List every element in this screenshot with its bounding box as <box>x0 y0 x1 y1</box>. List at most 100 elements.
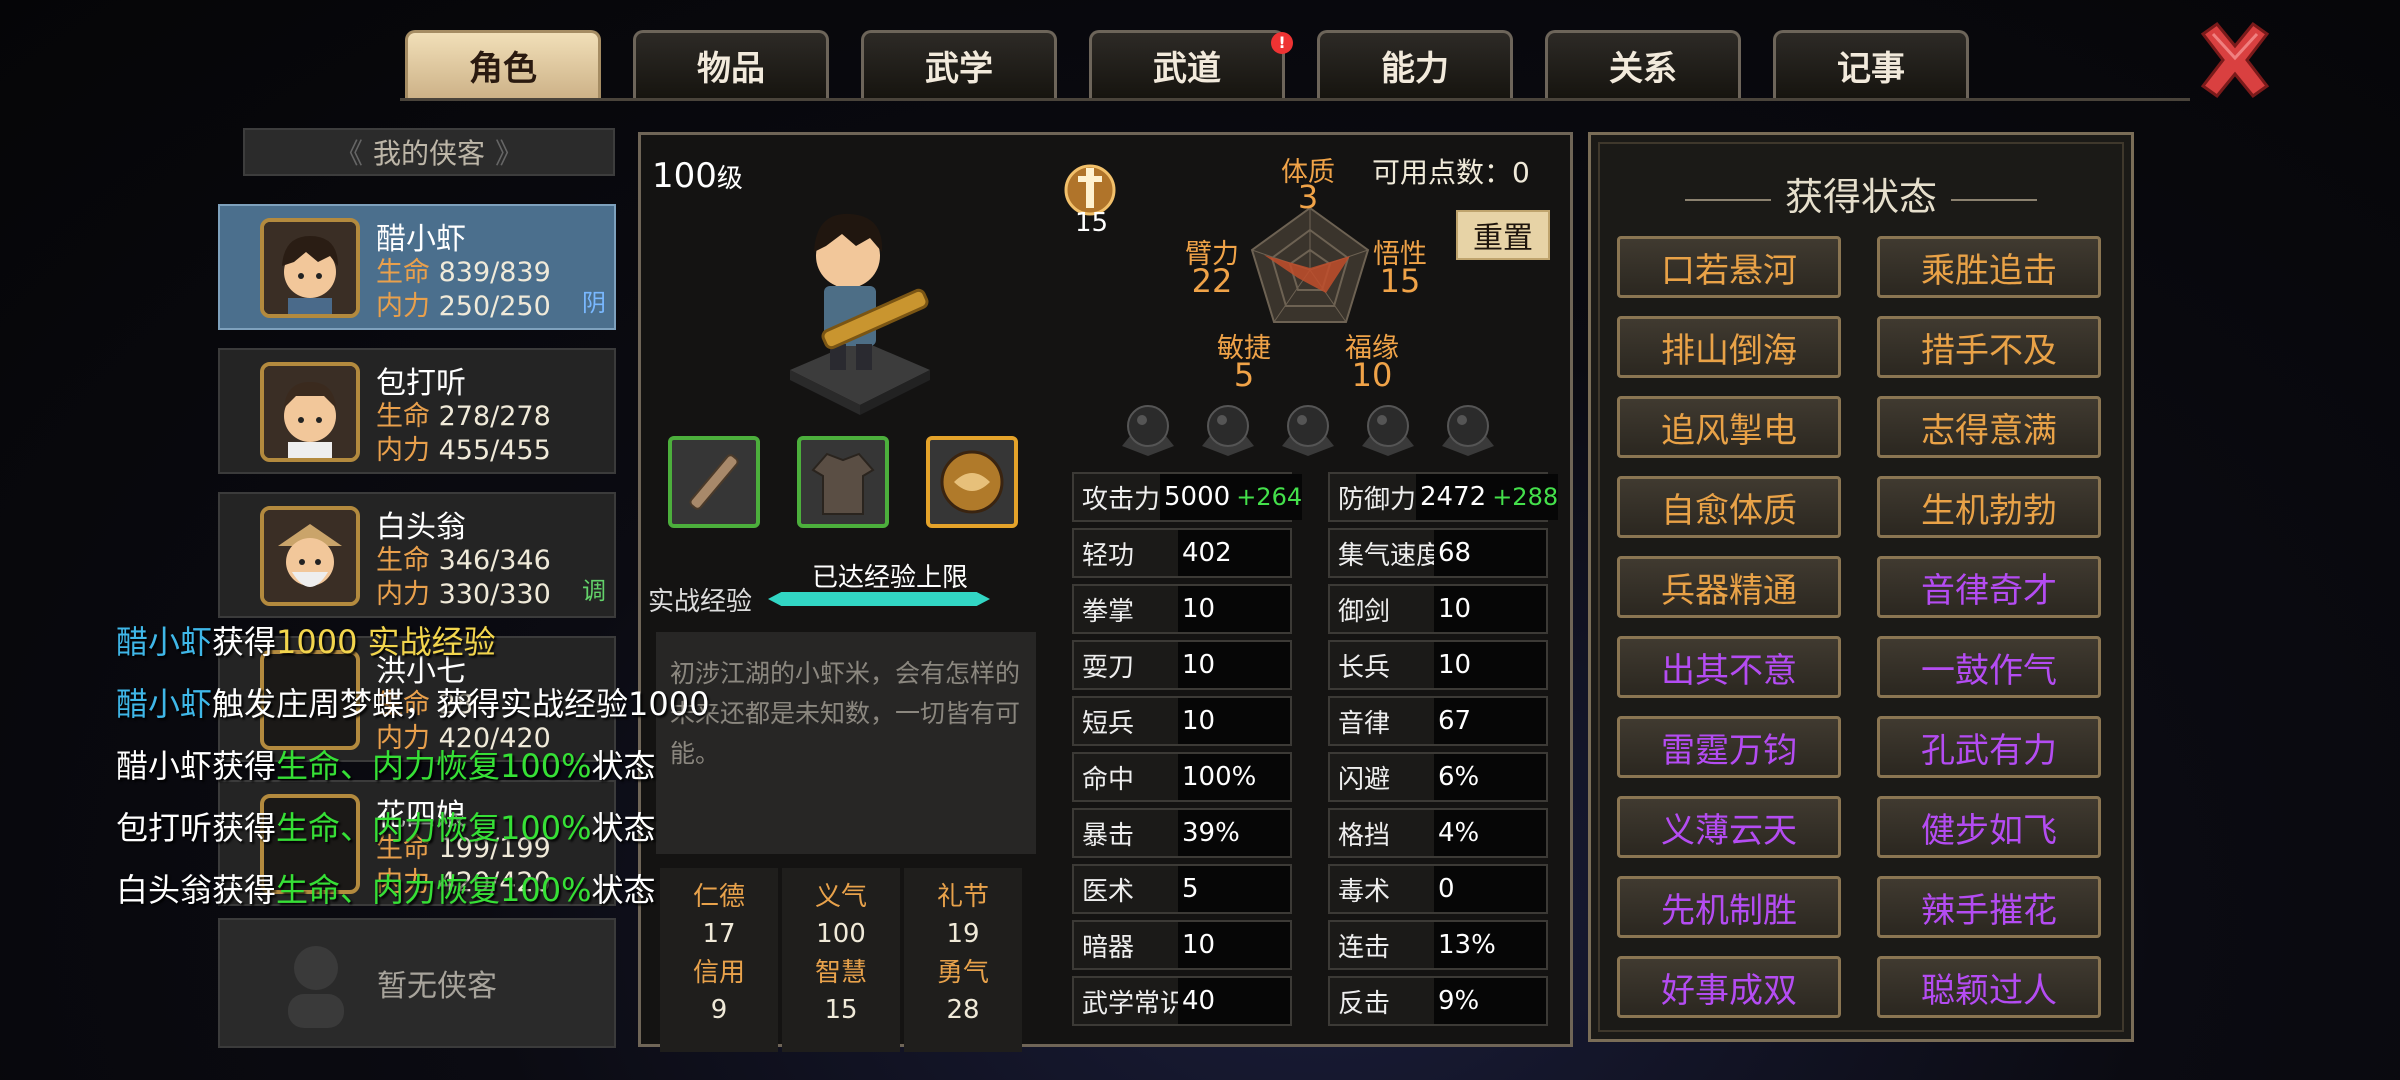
stat-row: 短兵 10 <box>1072 696 1292 746</box>
tab-items[interactable]: 物品 <box>633 30 829 98</box>
status-item[interactable]: 辣手摧花 <box>1877 876 2101 938</box>
chevron-right-icon: 》 <box>495 137 524 170</box>
attr-value-fuyuan: 10 <box>1351 356 1393 394</box>
log-line: 醋小虾获得1000 实战经验 <box>116 623 496 661</box>
skill-orb-icon[interactable] <box>1118 400 1178 456</box>
tab-journal[interactable]: 记事 <box>1773 30 1969 98</box>
character-level: 100级 <box>652 156 743 196</box>
hero-card[interactable]: 醋小虾 生命 839/839 内力 250/250 阴 <box>218 204 616 330</box>
tab-label: 武道 <box>1153 49 1221 89</box>
status-item[interactable]: 一鼓作气 <box>1877 636 2101 698</box>
tab-martial-arts[interactable]: 武学 <box>861 30 1057 98</box>
attribute-emblem-value: 15 <box>1075 208 1109 238</box>
armor-slot-icon[interactable] <box>797 436 889 528</box>
exp-status: 已达经验上限 <box>812 563 969 593</box>
reset-button[interactable]: 重置 <box>1456 210 1550 260</box>
stat-row: 反击 9% <box>1328 976 1548 1026</box>
chevron-left-icon: 《 <box>334 137 363 170</box>
tab-label: 能力 <box>1381 49 1449 89</box>
tab-relations[interactable]: 关系 <box>1545 30 1741 98</box>
weapon-slot-icon[interactable] <box>668 436 760 528</box>
log-line: 白头翁获得生命、内力恢复100%状态 <box>116 871 656 909</box>
exp-bar <box>768 592 990 606</box>
status-item[interactable]: 兵器精通 <box>1617 556 1841 618</box>
stat-row: 轻功 402 <box>1072 528 1292 578</box>
stat-row: 连击 13% <box>1328 920 1548 970</box>
hero-mp: 内力 330/330 <box>376 579 551 610</box>
hero-avatar <box>260 218 360 318</box>
exp-label: 实战经验 <box>648 587 753 617</box>
status-item[interactable]: 追风掣电 <box>1617 396 1841 458</box>
tab-divider <box>400 98 2190 101</box>
roster-header: 《 我的侠客 》 <box>243 128 615 176</box>
status-item[interactable]: 口若悬河 <box>1617 236 1841 298</box>
status-item[interactable]: 音律奇才 <box>1877 556 2101 618</box>
stat-row: 耍刀 10 <box>1072 640 1292 690</box>
stat-row: 暴击 39% <box>1072 808 1292 858</box>
hero-mp: 内力 250/250 <box>376 291 551 322</box>
status-item[interactable]: 措手不及 <box>1877 316 2101 378</box>
status-item[interactable]: 生机勃勃 <box>1877 476 2101 538</box>
status-item[interactable]: 乘胜追击 <box>1877 236 2101 298</box>
stat-row: 命中 100% <box>1072 752 1292 802</box>
tab-label: 角色 <box>469 49 537 89</box>
skill-orb-icon[interactable] <box>1438 400 1498 456</box>
empty-label: 暂无侠客 <box>377 969 497 1004</box>
character-description: 初涉江湖的小虾米，会有怎样的未来还都是未知数，一切皆有可能。 <box>656 632 1036 854</box>
stat-row: 集气速度 68 <box>1328 528 1548 578</box>
hero-tag: 调 <box>582 577 606 605</box>
hero-mp: 内力 455/455 <box>376 435 551 466</box>
notification-badge: ! <box>1271 32 1293 54</box>
attribute-radar <box>1250 206 1370 323</box>
attr-value-wuxing: 15 <box>1379 262 1421 300</box>
virtue-cell: 信用 9 <box>660 944 778 1052</box>
attr-value-tizhi: 3 <box>1297 178 1319 216</box>
virtue-cell: 智慧 15 <box>782 944 900 1052</box>
log-line: 醋小虾触发庄周梦蝶，获得实战经验1000 <box>116 685 710 723</box>
stat-row: 格挡 4% <box>1328 808 1548 858</box>
attr-value-minjie: 5 <box>1233 356 1255 394</box>
tab-label: 物品 <box>697 49 765 89</box>
stat-row: 攻击力 5000 +264 <box>1072 472 1303 522</box>
status-item[interactable]: 排山倒海 <box>1617 316 1841 378</box>
status-item[interactable]: 先机制胜 <box>1617 876 1841 938</box>
tab-label: 关系 <box>1609 49 1677 89</box>
tab-label: 记事 <box>1837 49 1905 89</box>
status-item[interactable]: 义薄云天 <box>1617 796 1841 858</box>
tab-abilities[interactable]: 能力 <box>1317 30 1513 98</box>
stat-row: 长兵 10 <box>1328 640 1548 690</box>
log-line: 醋小虾获得生命、内力恢复100%状态 <box>116 747 656 785</box>
log-line: 包打听获得生命、内力恢复100%状态 <box>116 809 656 847</box>
roster-title: 我的侠客 <box>372 137 485 170</box>
character-portrait <box>790 213 930 415</box>
status-item[interactable]: 雷霆万钧 <box>1617 716 1841 778</box>
skill-orb-icon[interactable] <box>1278 400 1338 456</box>
status-item[interactable]: 自愈体质 <box>1617 476 1841 538</box>
status-item[interactable]: 聪颖过人 <box>1877 956 2101 1018</box>
stat-row: 武学常识 40 <box>1072 976 1292 1026</box>
status-item[interactable]: 出其不意 <box>1617 636 1841 698</box>
status-item[interactable]: 志得意满 <box>1877 396 2101 458</box>
virtue-cell: 勇气 28 <box>904 944 1022 1052</box>
tab-wudao[interactable]: 武道 <box>1089 30 1285 98</box>
stat-row: 音律 67 <box>1328 696 1548 746</box>
skill-orb-icon[interactable] <box>1198 400 1258 456</box>
tab-character[interactable]: 角色 <box>405 30 601 98</box>
status-item[interactable]: 好事成双 <box>1617 956 1841 1018</box>
hero-card[interactable]: 包打听 生命 278/278 内力 455/455 <box>218 348 616 474</box>
status-panel-title: 获得状态 <box>1588 166 2134 221</box>
accessory-slot-icon[interactable] <box>926 436 1018 528</box>
status-item[interactable]: 孔武有力 <box>1877 716 2101 778</box>
hero-card[interactable]: 白头翁 生命 346/346 内力 330/330 调 <box>218 492 616 618</box>
close-x-icon[interactable] <box>2195 20 2275 100</box>
attr-value-bili: 22 <box>1191 262 1233 300</box>
empty-hero-slot: 暂无侠客 <box>218 918 616 1048</box>
stat-row: 暗器 10 <box>1072 920 1292 970</box>
skill-orb-icon[interactable] <box>1358 400 1418 456</box>
hero-avatar <box>260 506 360 606</box>
stat-row: 拳掌 10 <box>1072 584 1292 634</box>
hero-tag: 阴 <box>582 289 606 317</box>
stat-row: 防御力 2472 +288 <box>1328 472 1559 522</box>
status-item[interactable]: 健步如飞 <box>1877 796 2101 858</box>
hero-avatar <box>260 362 360 462</box>
